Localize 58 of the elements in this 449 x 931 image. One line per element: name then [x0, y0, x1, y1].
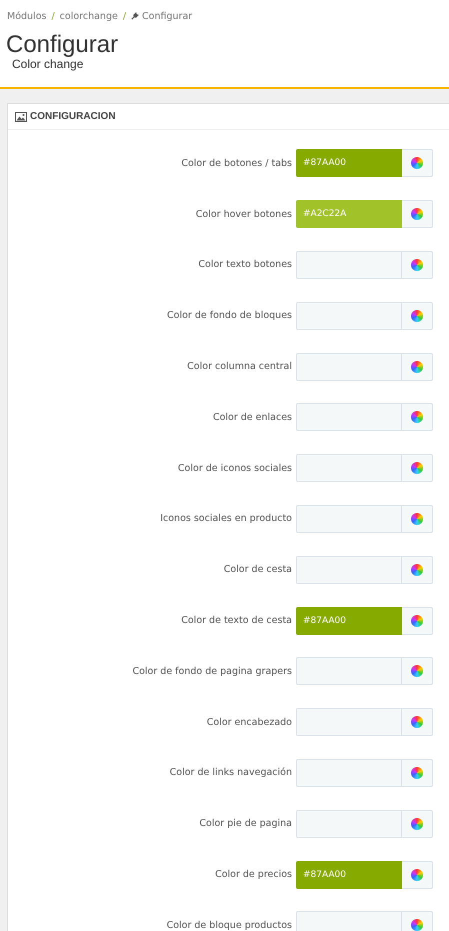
color-input[interactable] — [296, 657, 402, 686]
field-label: Color de enlaces — [212, 412, 292, 423]
color-picker-button[interactable] — [402, 556, 433, 584]
color-picker-button[interactable] — [402, 250, 433, 279]
color-picker-button[interactable] — [402, 606, 433, 635]
field-label: Color de fondo de bloques — [167, 310, 292, 322]
color-input[interactable]: #87AA00 — [296, 860, 402, 889]
color-input[interactable] — [296, 454, 402, 482]
color-picker-button[interactable] — [402, 454, 433, 482]
breadcrumb-separator: / — [51, 10, 55, 22]
wrench-icon — [131, 12, 140, 20]
field-label: Color texto botones — [198, 259, 292, 270]
color-input[interactable] — [296, 911, 402, 931]
field-label: Color de fondo de pagina grapers — [132, 666, 292, 677]
breadcrumb-current: Configurar — [142, 10, 192, 22]
page-subtitle: Color change — [12, 57, 84, 71]
field-label: Color de links navegación — [170, 767, 292, 778]
color-picker-button[interactable] — [402, 657, 433, 686]
field-label: Color encabezado — [206, 716, 292, 728]
color-input[interactable]: #87AA00 — [296, 606, 402, 635]
panel-heading: CONFIGURACION — [30, 111, 116, 122]
color-picker-button[interactable] — [402, 860, 433, 889]
breadcrumb-link[interactable]: colorchange — [60, 10, 118, 22]
color-input[interactable] — [296, 403, 402, 432]
color-picker-button[interactable] — [402, 911, 433, 931]
color-input[interactable] — [296, 250, 402, 279]
field-label: Color pie de pagina — [199, 818, 292, 830]
field-label: Color hover botones — [196, 208, 292, 220]
image-icon — [15, 112, 27, 122]
field-label: Color columna central — [187, 361, 292, 372]
page-title: Configurar — [6, 33, 120, 57]
color-input[interactable] — [296, 302, 402, 330]
color-input[interactable] — [296, 810, 402, 838]
color-input[interactable]: #87AA00 — [296, 149, 402, 178]
color-input[interactable] — [296, 504, 402, 533]
color-picker-button[interactable] — [402, 810, 433, 838]
color-picker-button[interactable] — [402, 200, 433, 228]
color-picker-button[interactable] — [402, 352, 433, 381]
field-label: Iconos sociales en producto — [160, 513, 292, 524]
field-label: Color de bloque productos — [166, 920, 292, 931]
color-input[interactable] — [296, 352, 402, 381]
color-picker-button[interactable] — [402, 758, 433, 787]
field-label: Color de cesta — [224, 564, 292, 576]
color-picker-button[interactable] — [402, 504, 433, 533]
color-input[interactable] — [296, 708, 402, 736]
field-label: Color de texto de cesta — [181, 615, 292, 626]
color-picker-button[interactable] — [402, 708, 433, 736]
field-label: Color de botones / tabs — [181, 158, 292, 169]
color-picker-button[interactable] — [402, 149, 433, 178]
breadcrumb-separator: / — [122, 10, 126, 22]
breadcrumb-link[interactable]: Módulos — [7, 10, 46, 22]
field-label: Color de iconos sociales — [178, 462, 292, 474]
color-picker-button[interactable] — [402, 403, 433, 432]
color-input[interactable]: #A2C22A — [296, 200, 402, 228]
color-input[interactable] — [296, 758, 402, 787]
field-label: Color de precios — [215, 869, 292, 880]
color-picker-button[interactable] — [402, 302, 433, 330]
color-input[interactable] — [296, 556, 402, 584]
